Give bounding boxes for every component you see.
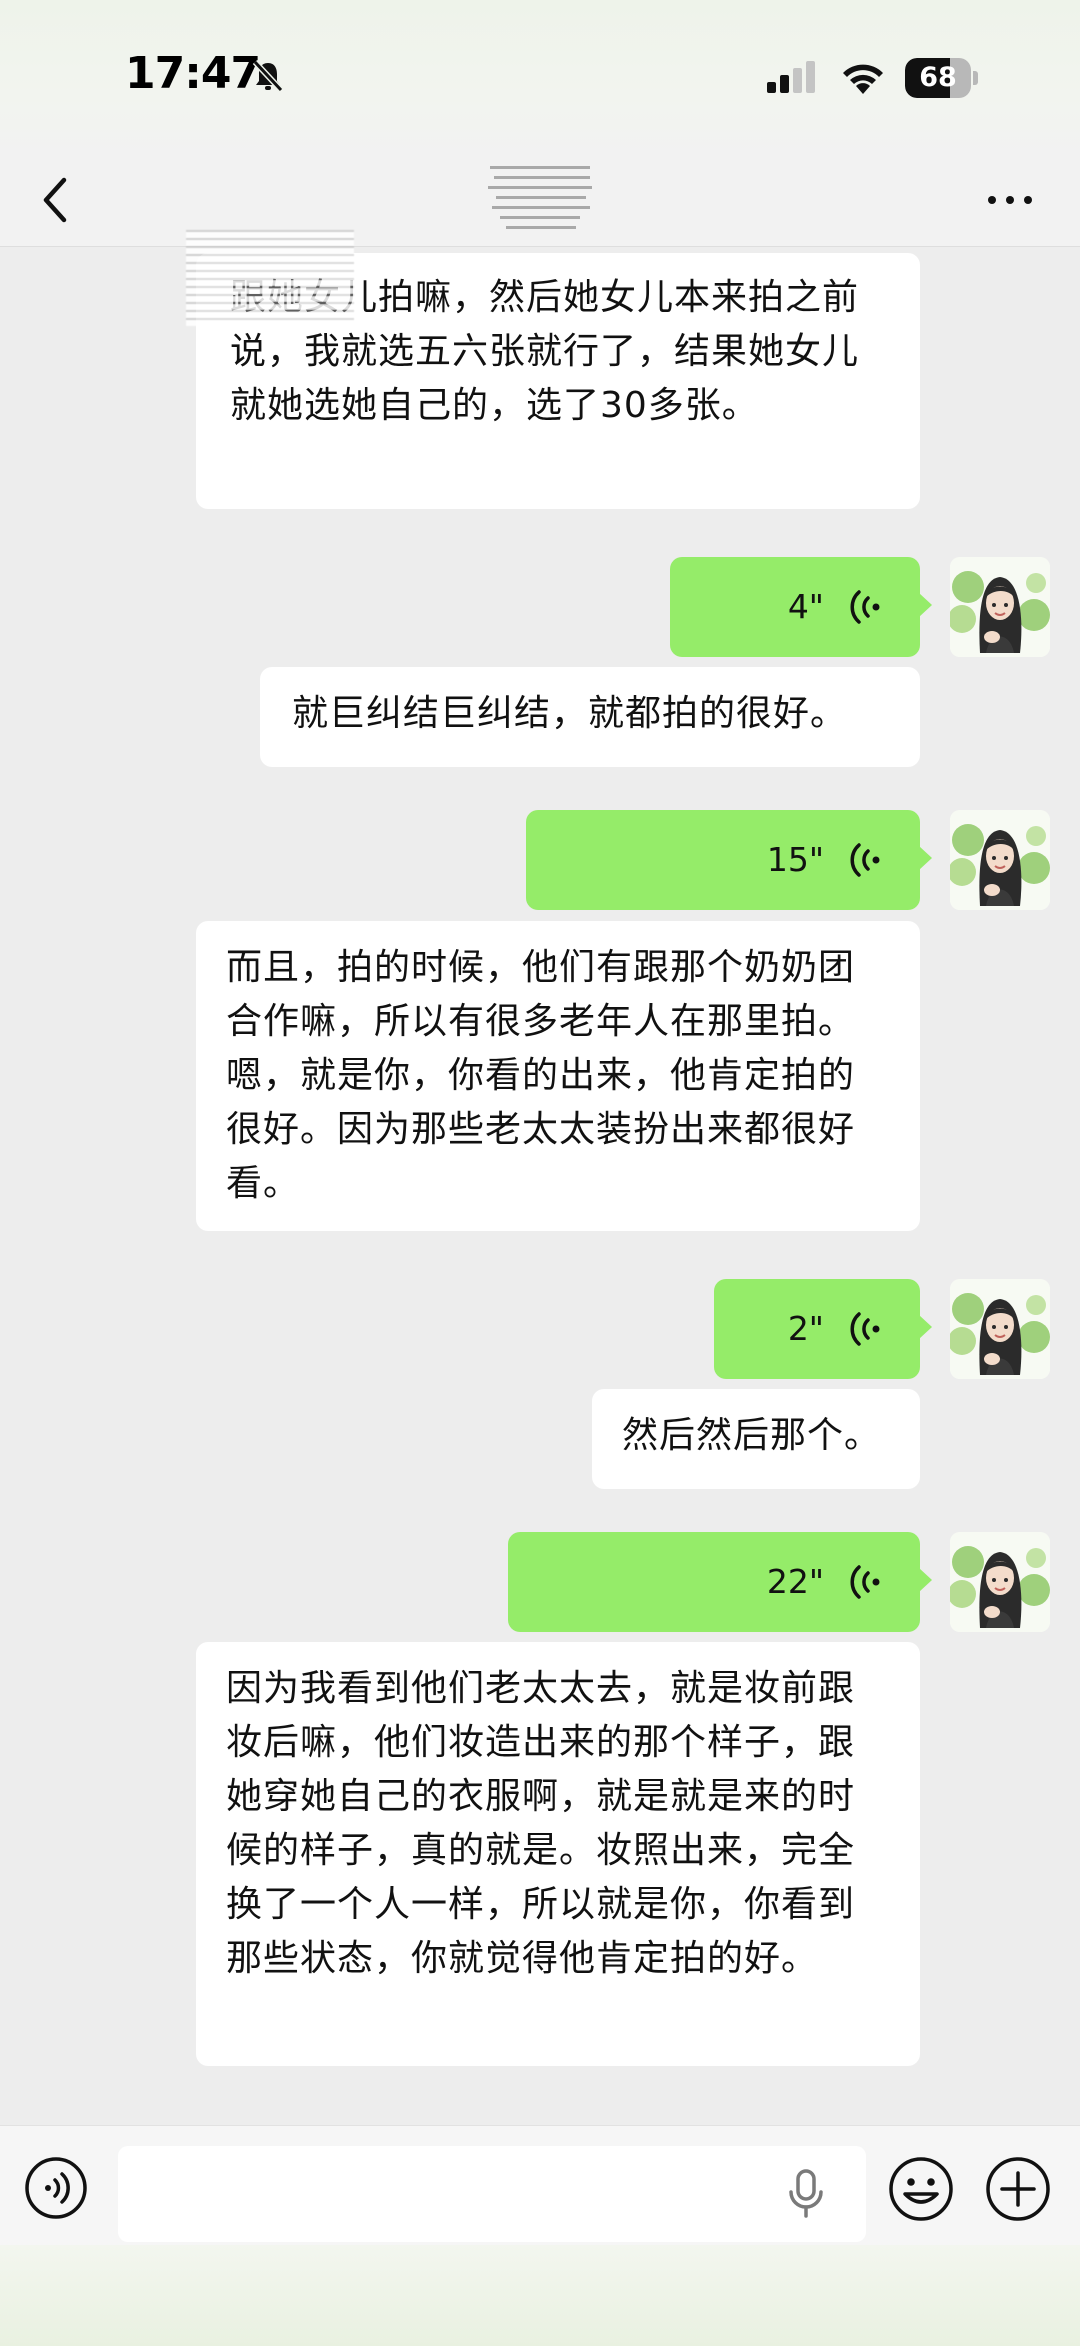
outgoing-voice-bubble[interactable]: 4" — [670, 557, 932, 657]
contact-name-obscured — [488, 166, 592, 229]
message-text: 就巨纠结巨纠结，就都拍的很好。 — [292, 693, 848, 734]
emoji-icon[interactable] — [888, 2156, 954, 2222]
avatar[interactable] — [950, 1279, 1050, 1379]
status-bar: 17:47 68 — [0, 0, 1080, 160]
avatar-illustration — [950, 810, 1050, 910]
home-indicator-area — [0, 2245, 1080, 2346]
message-text: 因为我看到他们老太太去，就是妆前跟妆后嘛，他们妆造出来的那个样子，跟她穿她自己的… — [226, 1668, 856, 1979]
avatar-illustration — [950, 557, 1050, 657]
voice-wave-icon — [850, 590, 880, 624]
chat-header — [0, 160, 1080, 247]
microphone-icon[interactable] — [786, 2168, 826, 2220]
voice-mode-icon[interactable] — [24, 2156, 88, 2220]
message-input[interactable] — [118, 2146, 866, 2242]
voice-wave-icon — [850, 1565, 880, 1599]
message-text: 然后然后那个。 — [622, 1415, 882, 1456]
battery-level: 68 — [919, 62, 957, 93]
battery-indicator: 68 — [905, 58, 978, 98]
incoming-text-bubble[interactable]: 然后然后那个。 — [592, 1389, 920, 1489]
incoming-text-bubble[interactable]: 而且，拍的时候，他们有跟那个奶奶团合作嘛，所以有很多老年人在那里拍。嗯，就是你，… — [196, 921, 920, 1231]
message-list[interactable]: 跟她女儿拍嘛，然后她女儿本来拍之前说，我就选五六张就行了，结果她女儿就她选她自己… — [0, 230, 1080, 2125]
avatar-illustration — [950, 1279, 1050, 1379]
voice-duration: 4" — [787, 587, 824, 626]
incoming-text-bubble[interactable]: 因为我看到他们老太太去，就是妆前跟妆后嘛，他们妆造出来的那个样子，跟她穿她自己的… — [196, 1642, 920, 2066]
voice-duration: 22" — [766, 1562, 824, 1601]
battery-body: 68 — [905, 58, 971, 98]
message-text: 而且，拍的时候，他们有跟那个奶奶团合作嘛，所以有很多老年人在那里拍。嗯，就是你，… — [226, 947, 856, 1204]
outgoing-voice-bubble[interactable]: 15" — [526, 810, 932, 910]
voice-duration: 15" — [766, 840, 824, 879]
ellipsis-icon[interactable] — [980, 170, 1040, 230]
avatar-illustration — [950, 1532, 1050, 1632]
voice-duration: 2" — [787, 1309, 824, 1348]
input-bar — [0, 2125, 1080, 2246]
obscured-overlay — [186, 230, 354, 326]
outgoing-voice-bubble[interactable]: 2" — [714, 1279, 932, 1379]
avatar[interactable] — [950, 557, 1050, 657]
wifi-icon — [843, 64, 883, 94]
outgoing-voice-bubble[interactable]: 22" — [508, 1532, 932, 1632]
voice-wave-icon — [850, 843, 880, 877]
status-time: 17:47 — [125, 48, 261, 99]
battery-tip — [973, 71, 978, 85]
incoming-text-bubble[interactable]: 就巨纠结巨纠结，就都拍的很好。 — [260, 667, 920, 767]
chevron-left-icon[interactable] — [30, 164, 90, 234]
avatar[interactable] — [950, 1532, 1050, 1632]
avatar[interactable] — [950, 810, 1050, 910]
cellular-signal-icon — [767, 61, 815, 93]
plus-icon[interactable] — [985, 2156, 1051, 2222]
voice-wave-icon — [850, 1312, 880, 1346]
bell-muted-icon — [252, 59, 284, 93]
